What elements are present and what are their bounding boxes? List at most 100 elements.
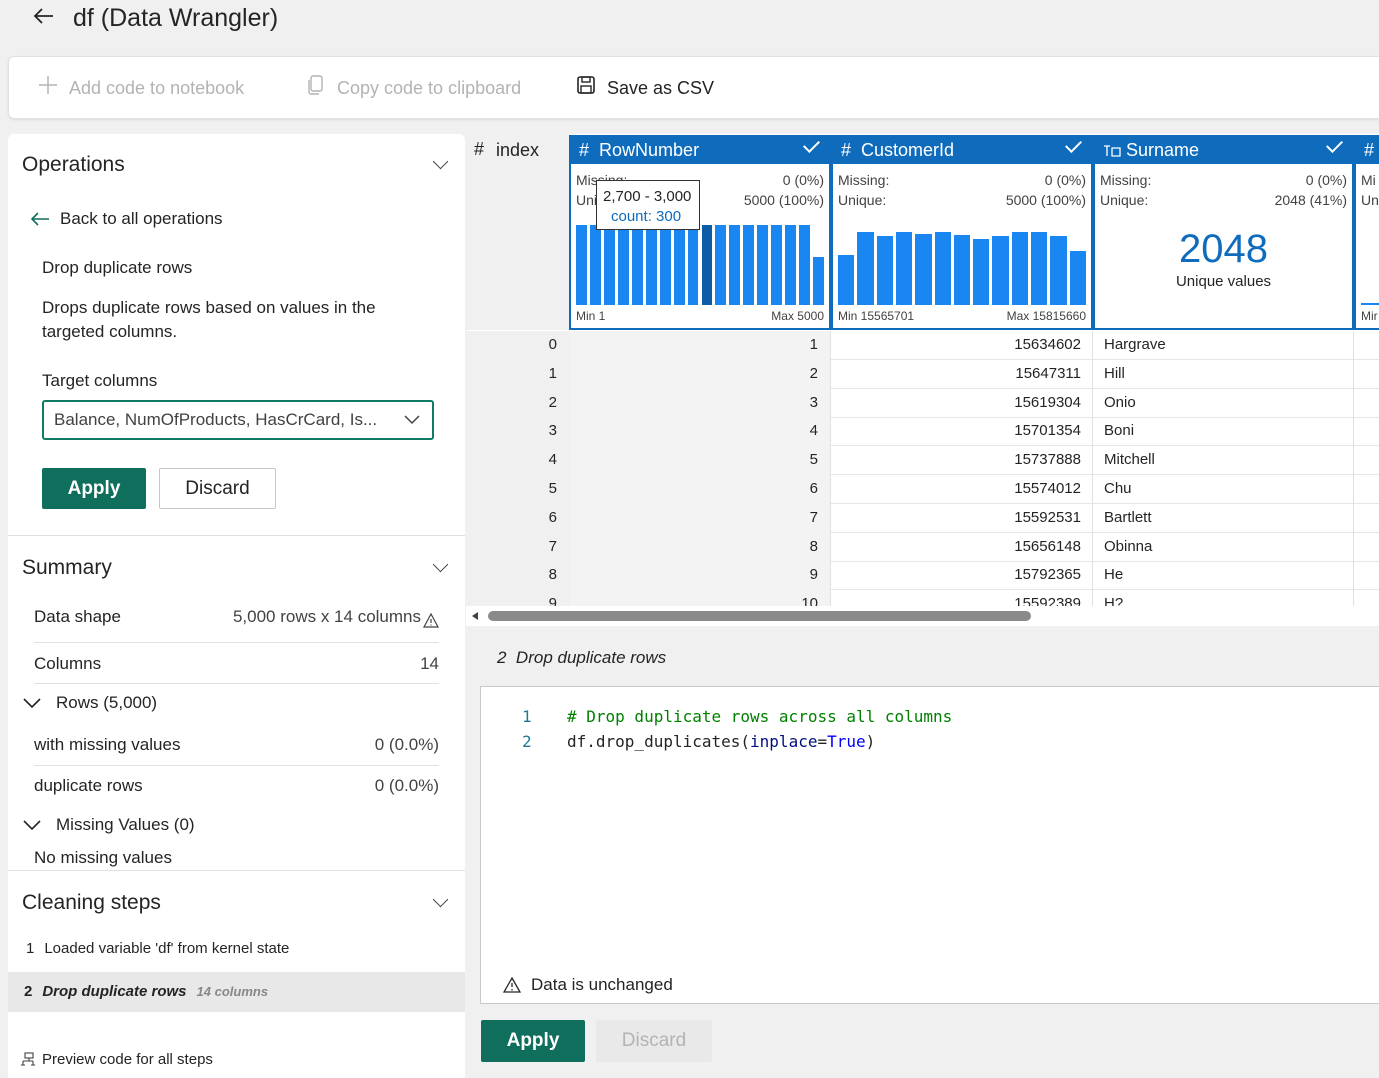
column-divider bbox=[1353, 446, 1354, 476]
histogram-bar[interactable] bbox=[934, 232, 951, 305]
histogram-bar[interactable] bbox=[915, 234, 932, 305]
histogram-bar[interactable] bbox=[701, 225, 713, 305]
histogram-bar[interactable] bbox=[729, 225, 741, 305]
table-row[interactable]: 0 1 15634602 Hargrave bbox=[466, 331, 1379, 360]
header: df (Data Wrangler) bbox=[0, 0, 1379, 46]
table-row[interactable]: 8 9 15792365 He bbox=[466, 561, 1379, 591]
missing-values-toggle[interactable]: Missing Values (0) bbox=[22, 815, 195, 835]
code-editor[interactable]: 1 2 # Drop duplicate rows across all col… bbox=[480, 686, 1379, 1004]
histogram-bar[interactable] bbox=[895, 232, 913, 305]
operations-chevron-down-icon[interactable] bbox=[433, 156, 447, 170]
data-status-text: Data is unchanged bbox=[531, 975, 673, 994]
histogram-bar[interactable] bbox=[857, 232, 874, 305]
histogram-bar[interactable] bbox=[645, 225, 657, 305]
discard-code-button[interactable]: Discard bbox=[596, 1020, 712, 1062]
surname-cell: Obinna bbox=[1104, 537, 1153, 555]
scrollbar-thumb[interactable] bbox=[488, 611, 1031, 621]
histogram-bar[interactable] bbox=[715, 225, 727, 305]
histogram-bar[interactable] bbox=[771, 225, 783, 305]
column-header-customerid[interactable]: # CustomerId Missing: 0 (0%) Unique: 500… bbox=[831, 135, 1093, 330]
histogram-bar[interactable] bbox=[992, 236, 1009, 305]
column-header-surname[interactable]: Surname Missing: 0 (0%) Unique: 2048 (41… bbox=[1093, 135, 1354, 330]
histogram-bar[interactable] bbox=[953, 235, 971, 305]
table-row[interactable]: 4 5 15737888 Mitchell bbox=[466, 446, 1379, 476]
table-row[interactable]: 3 4 15701354 Boni bbox=[466, 417, 1379, 447]
column-name: RowNumber bbox=[599, 140, 700, 160]
unique-label: Un bbox=[1361, 192, 1379, 208]
column-header-rownumber[interactable]: # RowNumber Missing: 0 (0%) Unique: 5000… bbox=[569, 135, 831, 330]
selected-col-bg bbox=[570, 475, 830, 504]
cleaning-step-2[interactable]: 2 Drop duplicate rows 14 columns bbox=[8, 972, 465, 1012]
back-to-operations-link[interactable]: Back to all operations bbox=[30, 207, 223, 231]
column-divider bbox=[1092, 561, 1093, 591]
copy-code-label: Copy code to clipboard bbox=[337, 77, 522, 98]
table-row[interactable]: 7 8 15656148 Obinna bbox=[466, 532, 1379, 562]
scroll-left-icon[interactable] bbox=[470, 611, 480, 621]
histogram-bar[interactable] bbox=[617, 225, 629, 305]
horizontal-scrollbar[interactable] bbox=[466, 606, 1379, 626]
histogram-bar[interactable] bbox=[631, 225, 643, 305]
warning-icon[interactable] bbox=[423, 613, 439, 628]
histogram-bar[interactable] bbox=[589, 225, 601, 305]
column-divider bbox=[1092, 475, 1093, 504]
histogram-bar[interactable] bbox=[659, 225, 671, 305]
copy-icon bbox=[305, 75, 327, 100]
column-divider bbox=[1092, 331, 1093, 360]
table-row[interactable]: 6 7 15592531 Bartlett bbox=[466, 503, 1379, 533]
rownumber-cell: 7 bbox=[809, 508, 818, 526]
save-csv-button[interactable]: Save as CSV bbox=[575, 75, 714, 100]
code-keyword-arg: inplace bbox=[750, 732, 818, 751]
cleaning-steps-chevron-down-icon[interactable] bbox=[433, 894, 447, 908]
preview-code-link[interactable]: Preview code for all steps bbox=[20, 1051, 213, 1068]
rows-toggle[interactable]: Rows (5,000) bbox=[22, 693, 157, 713]
index-column-header[interactable]: # index bbox=[466, 134, 570, 330]
histogram-bar[interactable] bbox=[1050, 236, 1067, 305]
target-columns-dropdown[interactable]: Balance, NumOfProducts, HasCrCard, Is... bbox=[42, 400, 434, 440]
histogram-bar[interactable] bbox=[813, 257, 824, 305]
data-shape-value: 5,000 rows x 14 columns bbox=[232, 607, 421, 626]
table-row[interactable]: 1 2 15647311 Hill bbox=[466, 359, 1379, 389]
customerid-cell: 15792365 bbox=[1014, 566, 1081, 584]
table-row[interactable]: 9 10 15592389 H? bbox=[466, 590, 1379, 606]
histogram-bar[interactable] bbox=[1031, 232, 1048, 305]
rownumber-cell: 6 bbox=[809, 480, 818, 497]
duplicate-rows-label: duplicate rows bbox=[34, 776, 143, 795]
histogram-bar[interactable] bbox=[757, 225, 769, 305]
histogram-bar[interactable] bbox=[687, 225, 699, 305]
surname-cell: Bartlett bbox=[1104, 508, 1152, 526]
summary-chevron-down-icon[interactable] bbox=[433, 559, 447, 573]
histogram-customerid[interactable] bbox=[838, 232, 1086, 305]
apply-code-button[interactable]: Apply bbox=[481, 1020, 585, 1062]
index-cell: 8 bbox=[548, 566, 557, 584]
histogram-bar[interactable] bbox=[673, 225, 685, 305]
surname-cell: Hargrave bbox=[1104, 336, 1166, 353]
histogram-bar[interactable] bbox=[799, 225, 811, 305]
selected-col-bg bbox=[570, 590, 830, 606]
histogram-rownumber[interactable] bbox=[576, 225, 824, 305]
column-divider bbox=[1353, 417, 1354, 447]
histogram-bar[interactable] bbox=[973, 239, 990, 305]
back-arrow-icon[interactable] bbox=[32, 4, 56, 32]
table-row[interactable]: 5 6 15574012 Chu bbox=[466, 475, 1379, 504]
cleaning-step-1[interactable]: 1 Loaded variable 'df' from kernel state bbox=[26, 940, 289, 957]
column-header-partial[interactable]: # Mi Un Mir bbox=[1354, 135, 1379, 330]
discard-operation-button[interactable]: Discard bbox=[159, 468, 276, 509]
histogram-bar[interactable] bbox=[876, 236, 893, 305]
add-code-button[interactable]: Add code to notebook bbox=[37, 75, 244, 100]
table-row[interactable]: 2 3 15619304 Onio bbox=[466, 388, 1379, 418]
histogram-bar[interactable] bbox=[603, 225, 615, 305]
unique-value: 5000 (100%) bbox=[1005, 192, 1086, 208]
histogram-bar[interactable] bbox=[576, 225, 587, 305]
histogram-bar[interactable] bbox=[785, 225, 797, 305]
apply-operation-button[interactable]: Apply bbox=[42, 468, 146, 509]
histogram-bar[interactable] bbox=[838, 255, 855, 305]
histogram-bar[interactable] bbox=[743, 225, 755, 305]
hash-icon: # bbox=[579, 140, 590, 160]
check-icon bbox=[1065, 136, 1082, 153]
histogram-bar[interactable] bbox=[1069, 251, 1086, 305]
histogram-bar[interactable] bbox=[1011, 232, 1029, 305]
rownumber-cell: 10 bbox=[801, 595, 818, 606]
customerid-cell: 15592389 bbox=[1014, 595, 1081, 606]
copy-code-button[interactable]: Copy code to clipboard bbox=[305, 75, 521, 100]
code-line-2: df.drop_duplicates(inplace=True) bbox=[567, 732, 875, 751]
